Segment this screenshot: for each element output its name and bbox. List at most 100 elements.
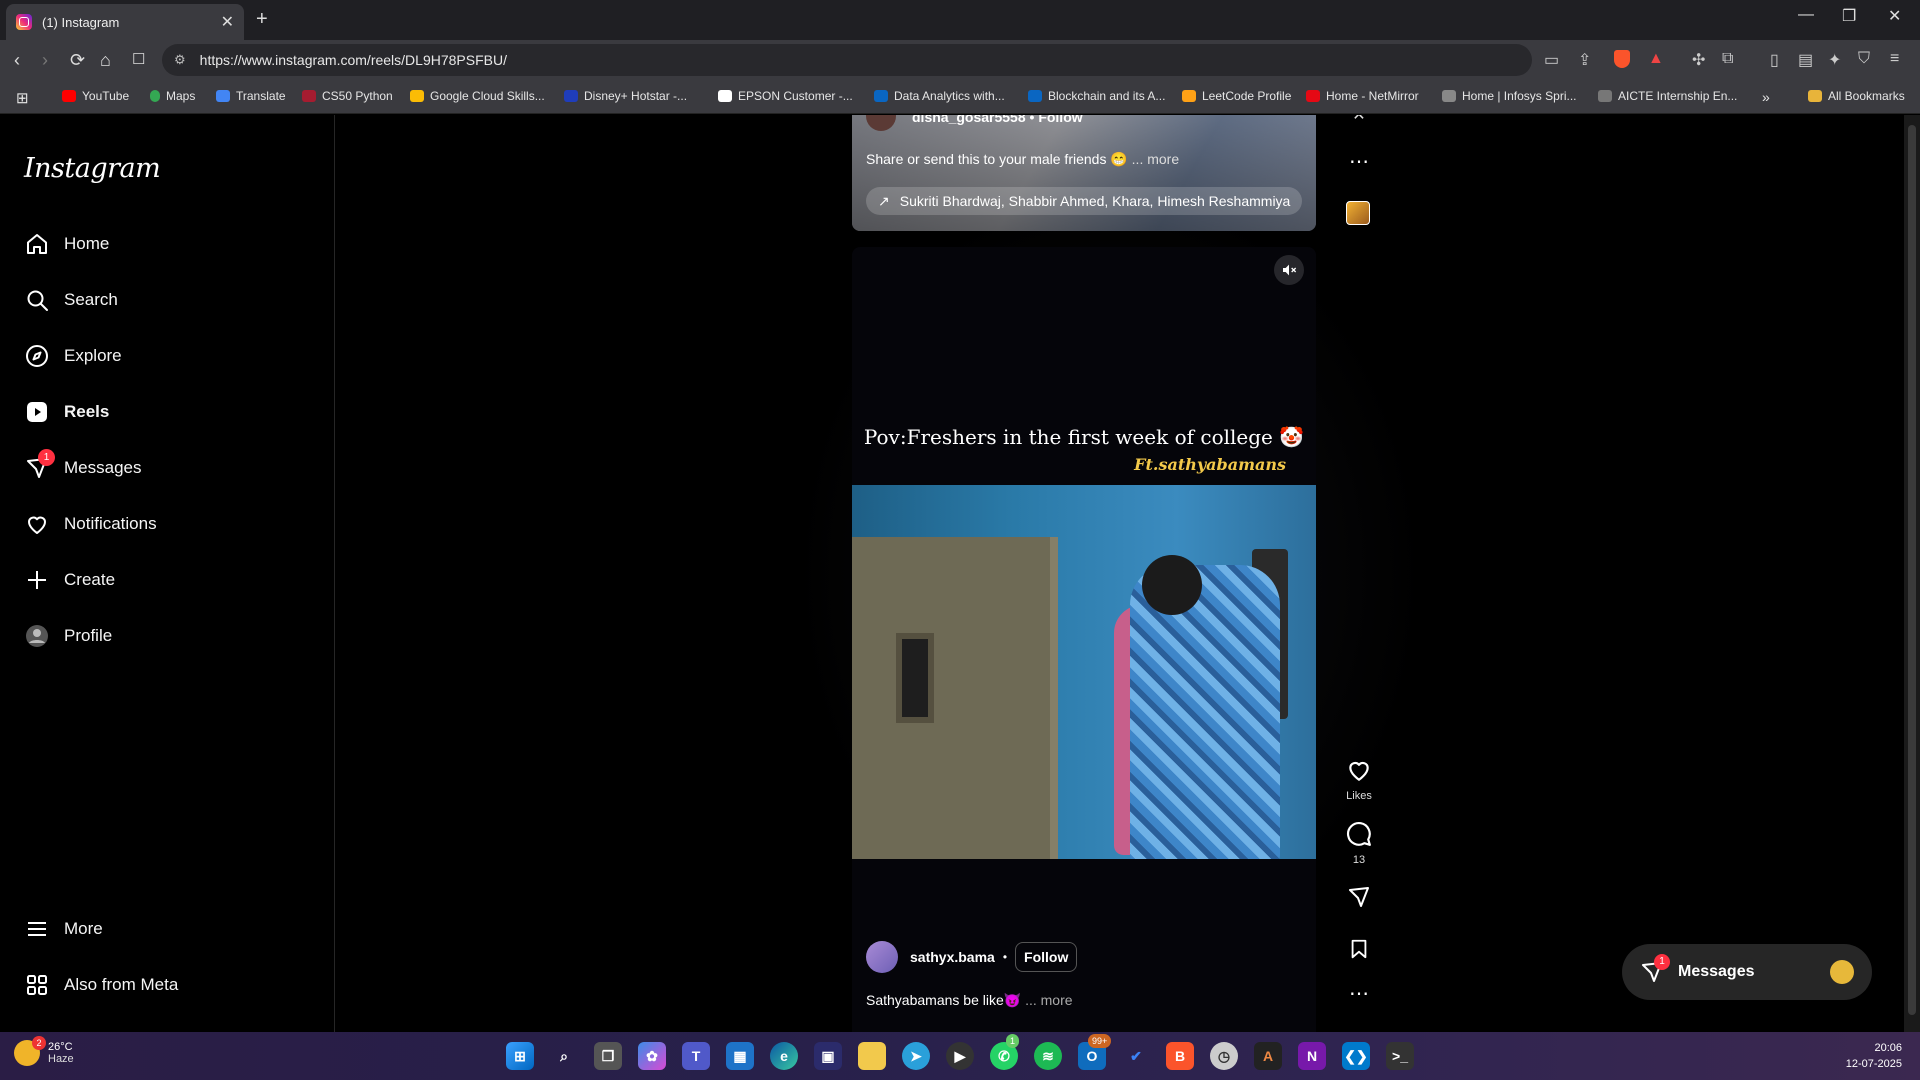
- search-icon[interactable]: ⌕: [550, 1042, 578, 1070]
- more-link[interactable]: ... more: [1132, 151, 1179, 167]
- current-reel[interactable]: Pov:Freshers in the first week of colleg…: [852, 247, 1316, 1032]
- bookmark-page-icon[interactable]: ☐: [132, 50, 145, 68]
- share-icon[interactable]: ⇪: [1578, 50, 1591, 70]
- more-bookmarks-icon[interactable]: »: [1762, 89, 1770, 105]
- reel-caption: Sathyabamans be like😈 ... more: [866, 992, 1073, 1008]
- all-bookmarks-folder[interactable]: All Bookmarks: [1808, 89, 1905, 103]
- onenote-icon[interactable]: N: [1298, 1042, 1326, 1070]
- leo-ai-icon[interactable]: ✦: [1828, 50, 1841, 70]
- bookmark-aicte[interactable]: AICTE Internship En...: [1598, 89, 1737, 103]
- reel-video[interactable]: [852, 485, 1316, 859]
- task-view-icon[interactable]: ❐: [594, 1042, 622, 1070]
- back-icon[interactable]: ‹: [14, 50, 20, 71]
- close-window-icon[interactable]: ✕: [1888, 6, 1901, 26]
- follow-button[interactable]: Follow: [1038, 115, 1082, 125]
- bookmark-data-analytics[interactable]: Data Analytics with...: [874, 89, 1005, 103]
- sidebar-toggle-icon[interactable]: ▯: [1770, 50, 1779, 70]
- restore-icon[interactable]: ❐: [1842, 6, 1856, 26]
- heart-icon: [1349, 761, 1369, 781]
- widgets-icon[interactable]: ▦: [726, 1042, 754, 1070]
- forward-icon[interactable]: ›: [42, 50, 48, 71]
- sidebar-item-explore[interactable]: Explore: [24, 340, 122, 372]
- site-info-icon[interactable]: ⚙: [174, 52, 186, 68]
- sidebar-item-also-from-meta[interactable]: Also from Meta: [24, 969, 178, 1001]
- comment-button[interactable]: 13: [1342, 821, 1376, 866]
- bookmark-youtube[interactable]: YouTube: [62, 89, 129, 103]
- clock-date: 12-07-2025: [1845, 1058, 1902, 1070]
- reload-icon[interactable]: ⟳: [70, 50, 85, 71]
- reel-username[interactable]: sathyx.bama: [910, 949, 995, 965]
- weather-widget[interactable]: 2 26°C Haze: [14, 1036, 74, 1066]
- audio-thumbnail[interactable]: [1346, 201, 1370, 225]
- more-options-icon[interactable]: ⋯: [1342, 981, 1376, 1006]
- more-link[interactable]: ... more: [1025, 992, 1072, 1008]
- instagram-logo[interactable]: Instagram: [24, 153, 161, 184]
- extensions-icon[interactable]: ✣: [1692, 50, 1705, 70]
- screenshot-icon[interactable]: ⧉: [1722, 50, 1733, 68]
- sidebar-item-search[interactable]: Search: [24, 284, 118, 316]
- new-tab-icon[interactable]: +: [256, 8, 268, 31]
- bookmark-leetcode[interactable]: LeetCode Profile: [1182, 89, 1291, 103]
- telegram-icon[interactable]: ➤: [902, 1042, 930, 1070]
- minimize-icon[interactable]: —: [1798, 6, 1814, 24]
- address-bar[interactable]: ⚙ https://www.instagram.com/reels/DL9H78…: [162, 44, 1532, 76]
- bookmark-hotstar[interactable]: Disney+ Hotstar -...: [564, 89, 687, 103]
- wallet-icon[interactable]: ▤: [1798, 50, 1813, 70]
- messages-floating-button[interactable]: 1 Messages: [1622, 944, 1872, 1000]
- todo-icon[interactable]: ✔: [1122, 1042, 1150, 1070]
- save-button[interactable]: [1342, 937, 1376, 966]
- previous-reel-username[interactable]: disha_gosar5558 • Follow: [912, 115, 1083, 125]
- terminal-icon[interactable]: >_: [1386, 1042, 1414, 1070]
- bookmark-cs50[interactable]: CS50 Python: [302, 89, 393, 103]
- bookmark-blockchain[interactable]: Blockchain and its A...: [1028, 89, 1165, 103]
- clock-app-icon[interactable]: ◷: [1210, 1042, 1238, 1070]
- mute-button[interactable]: [1274, 255, 1304, 285]
- spotify-icon[interactable]: ≋: [1034, 1042, 1062, 1070]
- bookmark-maps[interactable]: Maps: [150, 89, 195, 103]
- audio-attribution[interactable]: ↗ Sukriti Bhardwaj, Shabbir Ahmed, Khara…: [866, 187, 1303, 215]
- edge-icon[interactable]: e: [770, 1042, 798, 1070]
- windows-start-icon[interactable]: ⊞: [506, 1042, 534, 1070]
- bookmark-epson[interactable]: EPSON Customer -...: [718, 89, 853, 103]
- bookmark-google-cloud[interactable]: Google Cloud Skills...: [410, 89, 545, 103]
- sidebar-item-profile[interactable]: Profile: [24, 620, 112, 652]
- sidebar-item-create[interactable]: Create: [24, 564, 115, 596]
- brave-rewards-icon[interactable]: ▲: [1648, 50, 1664, 68]
- brave-shields-icon[interactable]: [1614, 50, 1630, 68]
- share-button[interactable]: [1342, 885, 1376, 914]
- app-a-icon[interactable]: A: [1254, 1042, 1282, 1070]
- system-clock[interactable]: 20:06 12-07-2025: [1846, 1040, 1902, 1072]
- sidebar-item-notifications[interactable]: Notifications: [24, 508, 157, 540]
- avatar[interactable]: [866, 941, 898, 973]
- more-options-icon[interactable]: ⋯: [1342, 149, 1376, 174]
- sidebar-item-messages[interactable]: 1 Messages: [24, 449, 141, 484]
- close-tab-icon[interactable]: ✕: [221, 12, 234, 32]
- reel-overlay-title: Pov:Freshers in the first week of colleg…: [863, 425, 1305, 449]
- media-player-icon[interactable]: ▶: [946, 1042, 974, 1070]
- bookmark-translate[interactable]: Translate: [216, 89, 286, 103]
- apps-grid-icon[interactable]: ⊞: [16, 89, 29, 107]
- page-scrollbar[interactable]: [1904, 115, 1920, 1032]
- file-explorer-icon[interactable]: [858, 1042, 886, 1070]
- menu-icon[interactable]: ≡: [1890, 50, 1899, 68]
- brave-icon[interactable]: B: [1166, 1042, 1194, 1070]
- teams-icon[interactable]: T: [682, 1042, 710, 1070]
- home-icon: [24, 231, 50, 257]
- home-browser-icon[interactable]: ⌂: [100, 50, 111, 71]
- store-icon[interactable]: ▣: [814, 1042, 842, 1070]
- close-icon[interactable]: ✕: [1342, 115, 1376, 125]
- sidebar-item-more[interactable]: More: [24, 913, 103, 945]
- cast-icon[interactable]: ▭: [1544, 50, 1559, 70]
- bookmark-netmirror[interactable]: Home - NetMirror: [1306, 89, 1419, 103]
- scrollbar-thumb[interactable]: [1908, 125, 1916, 1015]
- like-button[interactable]: Likes: [1342, 757, 1376, 802]
- bookmark-infosys[interactable]: Home | Infosys Spri...: [1442, 89, 1577, 103]
- previous-reel[interactable]: disha_gosar5558 • Follow Share or send t…: [852, 115, 1316, 231]
- vscode-icon[interactable]: ❮❯: [1342, 1042, 1370, 1070]
- sidebar-item-home[interactable]: Home: [24, 228, 109, 260]
- sidebar-item-reels[interactable]: Reels: [24, 396, 109, 428]
- browser-tab-instagram[interactable]: (1) Instagram ✕: [6, 4, 244, 40]
- vpn-icon[interactable]: ⛉: [1858, 50, 1870, 68]
- follow-button[interactable]: Follow: [1015, 942, 1078, 972]
- copilot-icon[interactable]: ✿: [638, 1042, 666, 1070]
